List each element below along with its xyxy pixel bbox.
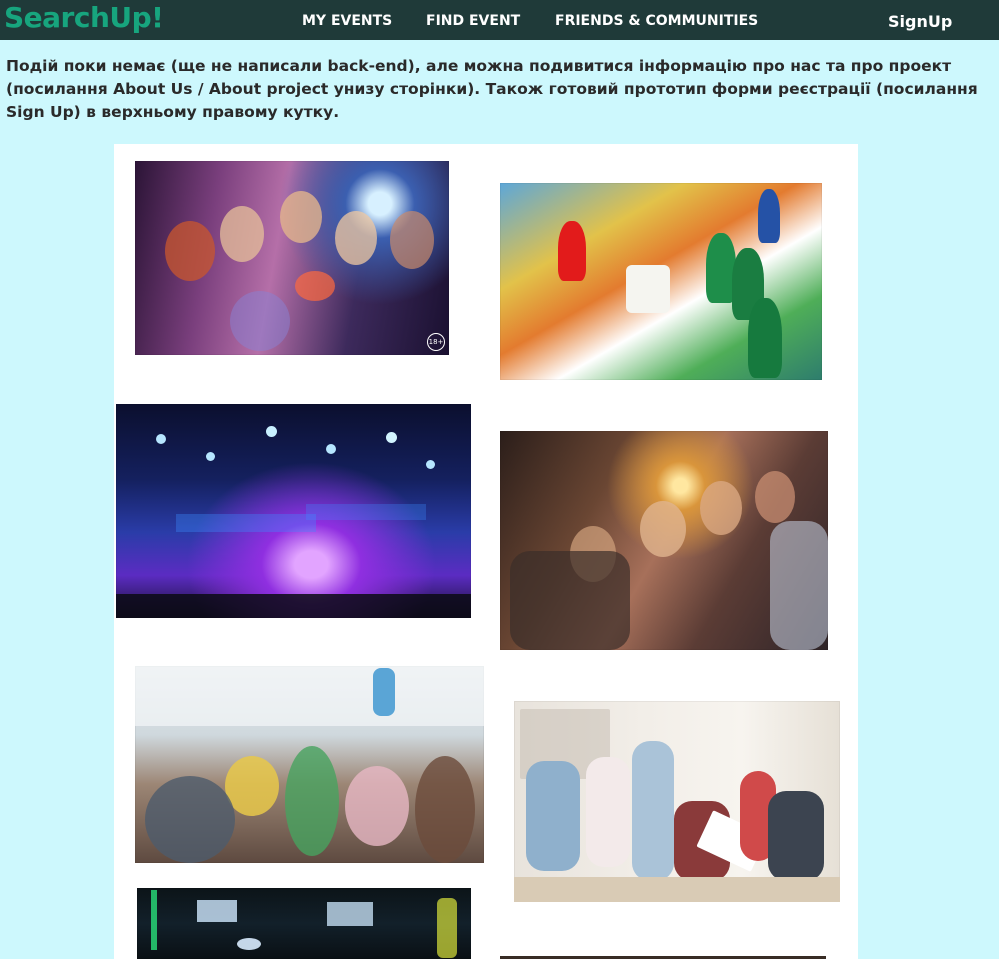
board-game-photo[interactable] (500, 183, 822, 380)
party-friends-photo[interactable]: 18+ (135, 161, 449, 355)
neon-room-photo[interactable] (137, 888, 471, 959)
top-navbar: SearchUp! MY EVENTS FIND EVENT FRIENDS &… (0, 0, 999, 40)
signup-link[interactable]: SignUp (888, 0, 952, 43)
logo-link[interactable]: SearchUp! (4, 0, 164, 36)
nav-my-events[interactable]: MY EVENTS (302, 0, 392, 43)
age-restriction-badge: 18+ (427, 333, 445, 351)
seminar-photo[interactable] (135, 666, 484, 863)
concert-photo[interactable] (116, 404, 471, 618)
events-gallery: 18+ (114, 144, 858, 959)
meeting-photo[interactable] (514, 701, 840, 902)
celebration-photo[interactable] (500, 431, 828, 650)
nav-friends-communities[interactable]: FRIENDS & COMMUNITIES (555, 0, 758, 43)
nav-find-event[interactable]: FIND EVENT (426, 0, 520, 43)
info-notice: Подій поки немає (ще не написали back-en… (6, 57, 978, 121)
